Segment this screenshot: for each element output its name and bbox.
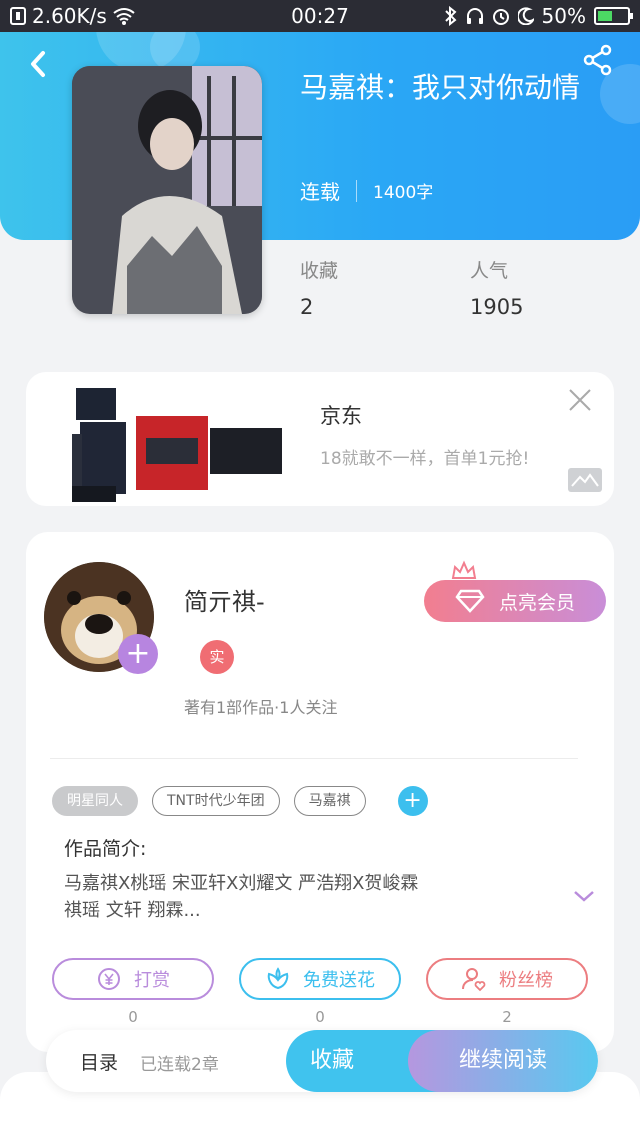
tag-item[interactable]: 马嘉祺: [293, 786, 366, 816]
meta-divider: [356, 179, 357, 202]
expand-intro-button[interactable]: [572, 888, 596, 904]
ad-badge-icon: [568, 468, 602, 492]
status-right: 50%: [444, 4, 633, 28]
close-icon: [569, 389, 591, 411]
tag-item[interactable]: TNT时代少年团: [152, 786, 280, 816]
diamond-icon: [455, 589, 485, 613]
vip-button-label: 点亮会员: [498, 591, 575, 614]
intro-line: 马嘉祺X桃瑶 宋亚轩X刘耀文 严浩翔X贺峻霖: [64, 873, 419, 894]
send-flower-label: 免费送花: [303, 970, 375, 991]
divider: [50, 758, 578, 759]
author-name[interactable]: 简亓祺-: [184, 582, 265, 617]
author-desc: 著有1部作品·1人关注: [184, 698, 338, 717]
moon-icon: [517, 7, 534, 25]
fan-count: 2: [502, 1008, 512, 1026]
popularity-value: 1905: [470, 295, 524, 319]
back-button[interactable]: [20, 46, 56, 82]
popularity-stat: 人气 1905: [470, 256, 523, 319]
battery-icon: [594, 7, 633, 25]
author-card: + 简亓祺- 实 著有1部作品·1人关注 点亮会员 明星同人 TNT时代少年团 …: [26, 532, 614, 1052]
alarm-icon: [492, 9, 509, 25]
serial-status: 连载: [300, 180, 340, 204]
yuan-coin-icon: [98, 968, 120, 990]
book-title: 马嘉祺：我只对你动情: [300, 71, 581, 104]
continue-reading-button[interactable]: 继续阅读: [408, 1030, 598, 1092]
favorites-value: 2: [300, 295, 314, 319]
ad-image: [72, 388, 282, 502]
fan-ranking-label: 粉丝榜: [499, 970, 553, 991]
headset-icon: [466, 8, 483, 24]
tip-button[interactable]: 打赏: [52, 958, 214, 1000]
tag-list: 明星同人 TNT时代少年团 马嘉祺 +: [52, 786, 428, 816]
fan-ranking-button[interactable]: 粉丝榜: [426, 958, 588, 1000]
mountain-icon: [571, 473, 599, 487]
popularity-label: 人气: [470, 260, 509, 282]
favorites-label: 收藏: [300, 260, 339, 282]
add-tag-button[interactable]: +: [397, 786, 428, 816]
word-count: 1400字: [373, 183, 434, 203]
tip-count: 0: [128, 1008, 138, 1026]
ad-brand: 京东: [320, 404, 362, 428]
follow-plus-button[interactable]: +: [118, 634, 158, 674]
crown-icon: [451, 560, 477, 579]
tip-label: 打赏: [134, 970, 170, 991]
status-bar: 2.60K/s 00:27 50%: [0, 0, 640, 32]
chevron-left-icon: [31, 51, 45, 77]
send-flower-button[interactable]: 免费送花: [239, 958, 401, 1000]
ad-card[interactable]: 京东 18就敢不一样，首单1元抢!: [26, 372, 614, 506]
toc-status[interactable]: 已连载2章: [140, 1050, 219, 1075]
bottom-bar: 目录 已连载2章 收藏 继续阅读: [46, 1030, 598, 1092]
bluetooth-icon: [444, 6, 457, 26]
chevron-down-icon: [574, 891, 594, 902]
cover-image: [72, 66, 262, 314]
favorites-stat: 收藏 2: [300, 256, 338, 319]
battery-percent: 50%: [541, 4, 586, 28]
ad-slogan: 18就敢不一样，首单1元抢!: [320, 449, 530, 469]
battery-fill: [598, 11, 612, 21]
intro-text: 马嘉祺X桃瑶 宋亚轩X刘耀文 严浩翔X贺峻霖 祺瑶 文轩 翔霖...: [64, 870, 484, 924]
verified-badge: 实: [200, 640, 234, 674]
book-cover[interactable]: [72, 66, 262, 314]
toc-button[interactable]: 目录: [80, 1048, 118, 1075]
book-meta: 连载 1400字: [300, 176, 433, 205]
flower-count: 0: [315, 1008, 325, 1026]
intro-label: 作品简介:: [64, 838, 147, 860]
flower-icon: [267, 967, 289, 990]
tag-item[interactable]: 明星同人: [52, 786, 138, 816]
user-heart-icon: [462, 968, 486, 992]
ad-close-button[interactable]: [566, 386, 594, 414]
intro-line: 祺瑶 文轩 翔霖...: [64, 900, 201, 921]
vip-button[interactable]: 点亮会员: [424, 580, 606, 622]
